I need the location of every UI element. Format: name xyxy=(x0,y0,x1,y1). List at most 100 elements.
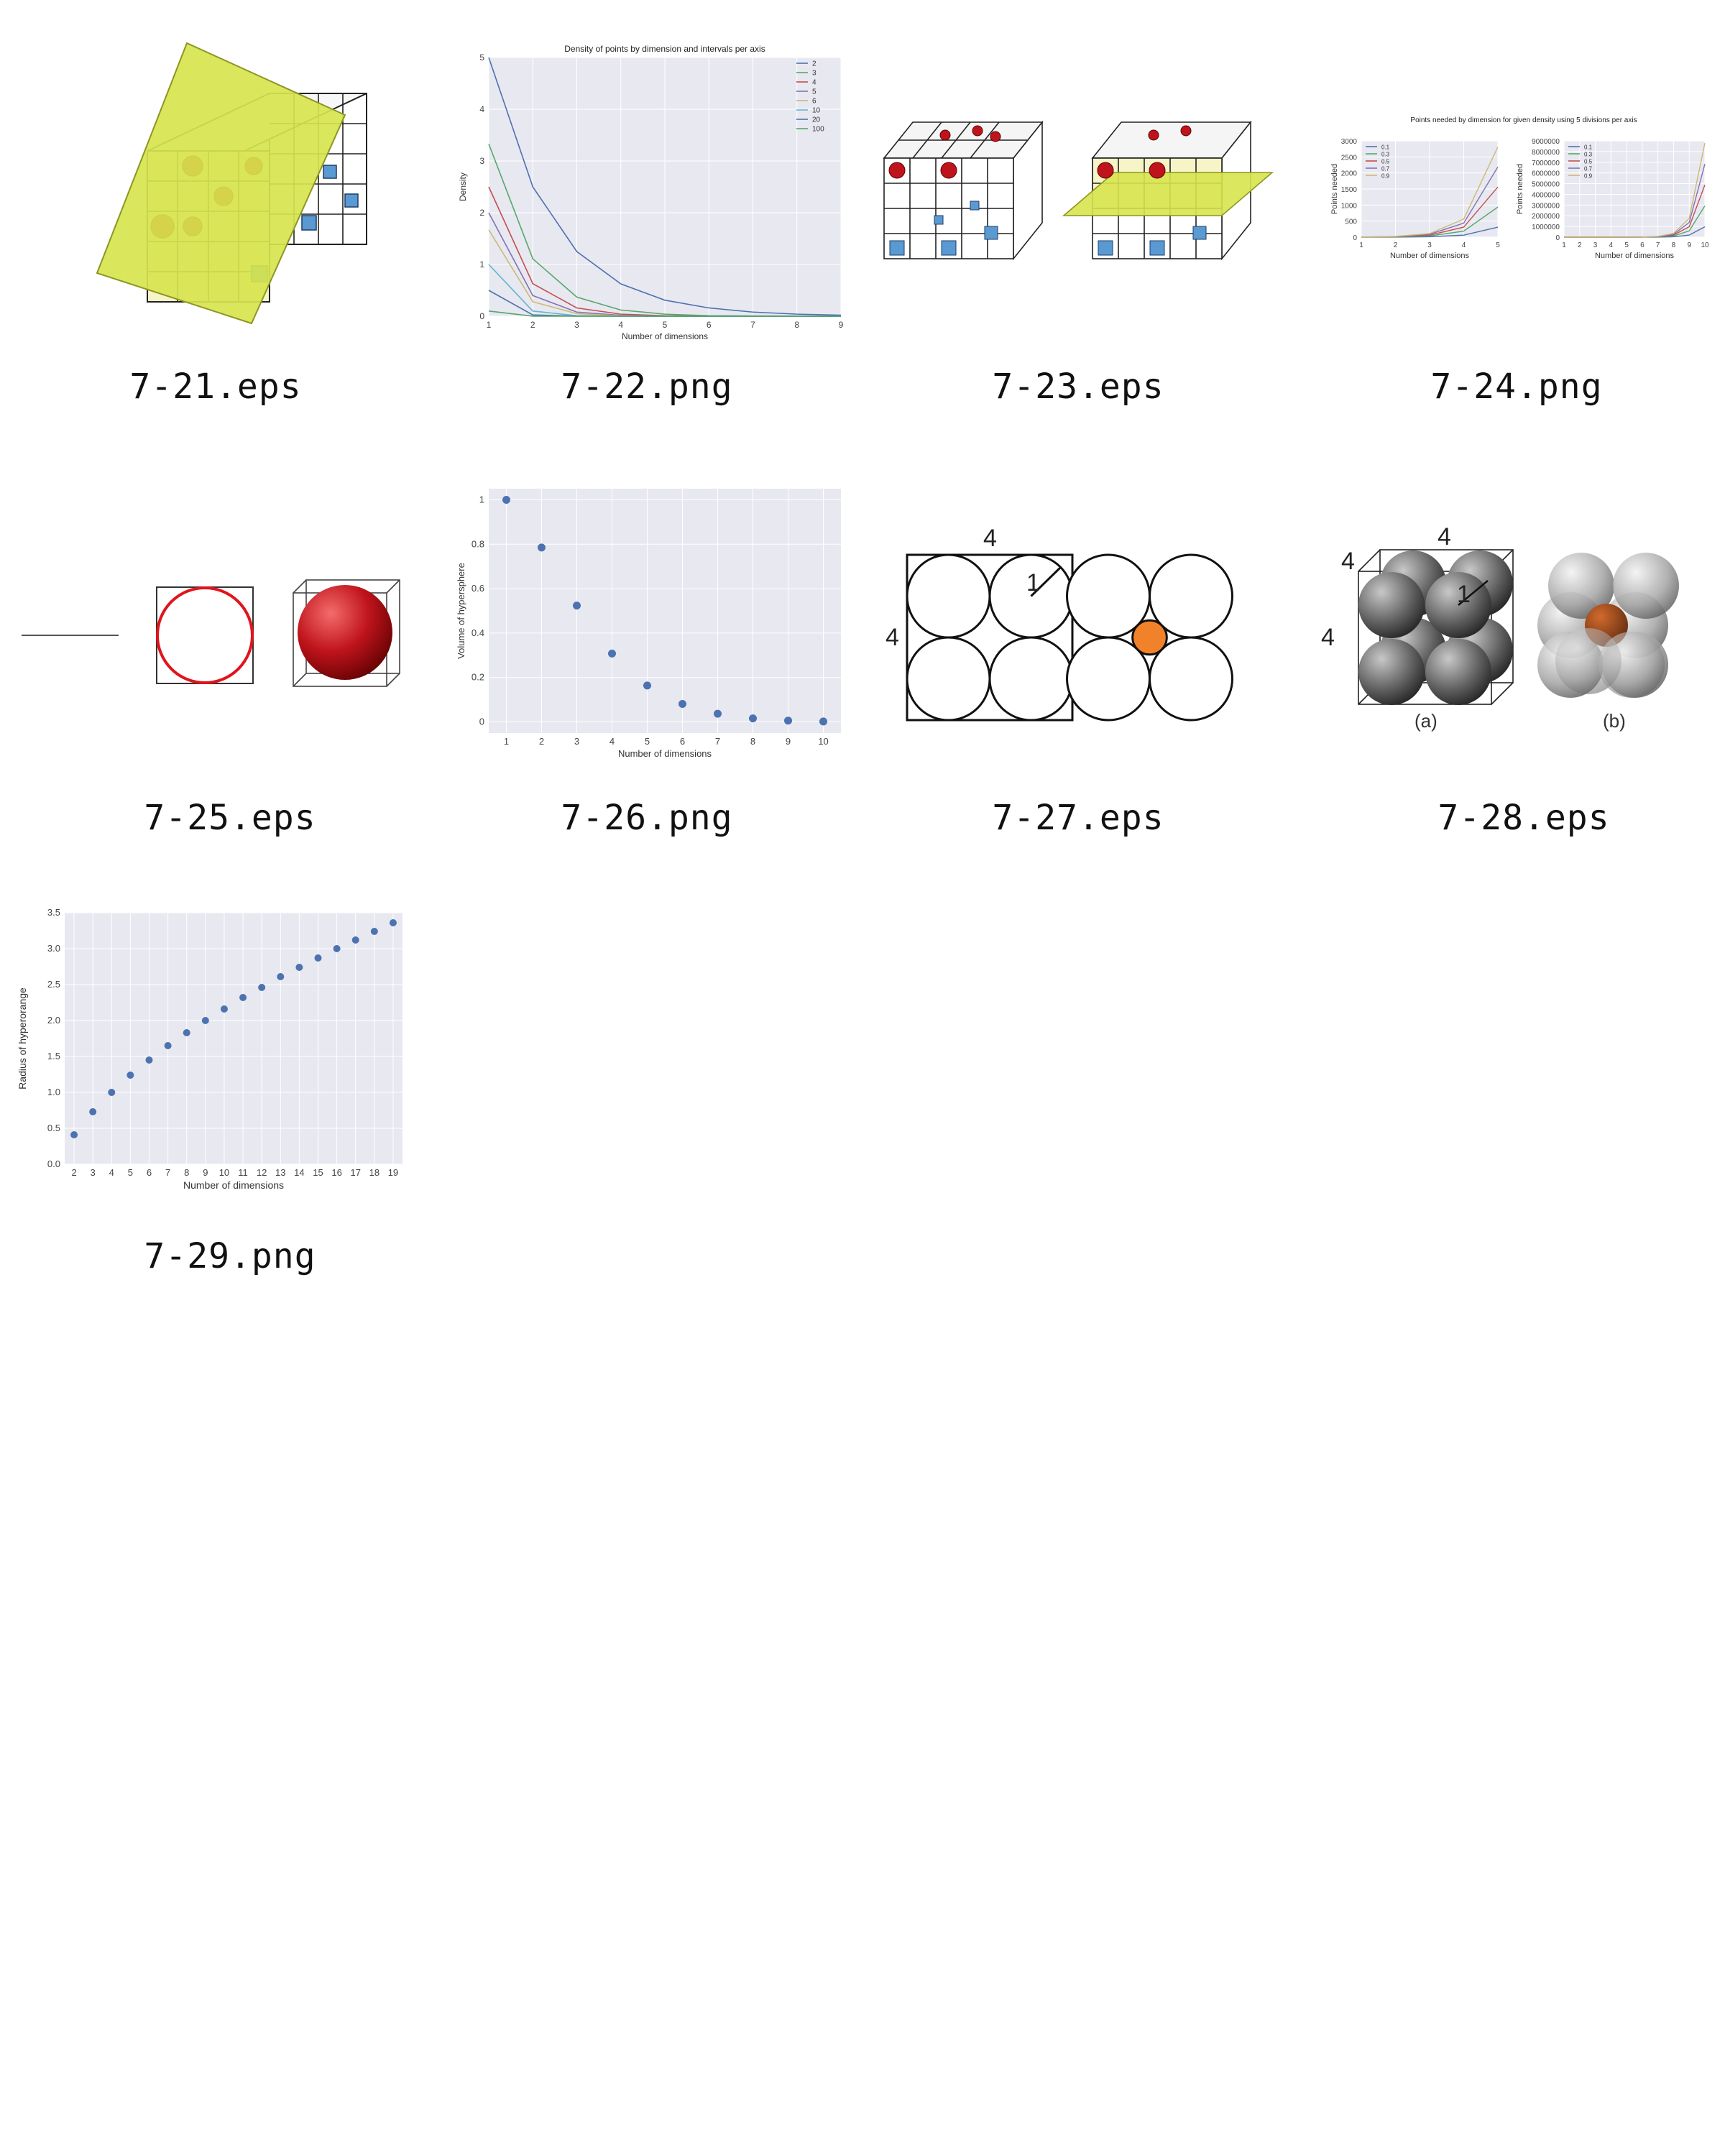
thumb-7-23[interactable]: 7-23.eps xyxy=(877,22,1279,424)
y-tick-label: 1500 xyxy=(1341,186,1358,194)
x-tick-label: 2 xyxy=(530,320,535,330)
data-point xyxy=(164,1042,172,1049)
legend-label: 0.9 xyxy=(1584,173,1593,180)
x-tick-label: 3 xyxy=(91,1167,96,1178)
data-point xyxy=(333,945,341,952)
data-point xyxy=(295,964,303,971)
y-tick-label: 0 xyxy=(479,311,484,321)
legend-label: 10 xyxy=(812,107,821,115)
x-tick-label: 18 xyxy=(369,1167,380,1178)
figure-7-28-spheres: 4 4 4 1 (a) (b) xyxy=(1321,523,1679,732)
data-point xyxy=(258,984,266,991)
x-tick-label: 6 xyxy=(680,736,685,747)
x-tick-label: 3 xyxy=(1593,241,1598,249)
legend-label: 4 xyxy=(812,79,816,87)
caption: 7-28.eps xyxy=(1438,798,1610,838)
data-point xyxy=(145,1056,153,1064)
y-tick-label: 1000000 xyxy=(1532,224,1560,231)
thumb-7-21[interactable]: 7-21.eps xyxy=(58,22,402,424)
legend-label: 100 xyxy=(812,126,824,134)
x-tick-label: 8 xyxy=(750,736,755,747)
data-point xyxy=(749,714,757,723)
x-tick-label: 15 xyxy=(313,1167,323,1178)
data-point xyxy=(389,919,397,926)
chart-title: Points needed by dimension for given den… xyxy=(1410,116,1637,124)
y-tick-label: 2000 xyxy=(1341,170,1358,178)
data-point xyxy=(784,717,792,725)
x-tick-label: 4 xyxy=(1609,241,1614,249)
x-tick-label: 3 xyxy=(1427,241,1432,249)
x-tick-label: 6 xyxy=(1640,241,1644,249)
label-top-4: 4 xyxy=(983,525,997,552)
y-tick-label: 0.5 xyxy=(47,1123,60,1133)
x-axis-label: Number of dimensions xyxy=(618,748,712,759)
chart-7-29: 2 3 4 5 6 7 8 9 10 11 12 13 14 15 16 17 18 19 0.0 0.5 1.0 1.5… xyxy=(17,907,402,1191)
x-tick-label: 5 xyxy=(663,320,668,330)
y-tick-label: 4 xyxy=(479,104,484,114)
y-tick-label: 2.5 xyxy=(47,979,60,990)
data-point xyxy=(108,1089,116,1096)
x-tick-label: 13 xyxy=(275,1167,285,1178)
chart-7-26: 1 2 3 4 5 6 7 8 9 10 0 0.2 0.4 0.6 0.8 1 Number of dimen… xyxy=(456,489,841,759)
caption: 7-27.eps xyxy=(992,798,1164,838)
legend-label: 2 xyxy=(812,60,816,68)
x-tick-label: 4 xyxy=(1462,241,1466,249)
legend-label: 0.7 xyxy=(1584,166,1593,172)
chart-7-22: 1 2 3 4 5 6 7 8 9012345Number of dimensionsDensi… xyxy=(458,44,844,341)
thumb-7-24[interactable]: 1 2 3 4 5 0 500 1000 1500 2000 2500 3000 Number of d… xyxy=(1330,108,1718,424)
thumb-7-26[interactable]: 1 2 3 4 5 6 7 8 9 10 0 0.2 0.4 0.6 0.8 1 Number of dimen… xyxy=(453,482,855,848)
thumb-7-27[interactable]: 4 4 1 7-27.eps xyxy=(877,517,1279,848)
x-tick-label: 8 xyxy=(794,320,799,330)
x-tick-label: 17 xyxy=(350,1167,360,1178)
y-tick-label: 3.0 xyxy=(47,943,60,954)
thumb-7-22[interactable]: 1 2 3 4 5 6 7 8 9 0 1 2 3 4 5 Number of dimensions Densi… xyxy=(453,29,855,417)
legend-label: 0.1 xyxy=(1381,144,1390,151)
x-tick-label: 7 xyxy=(1656,241,1660,249)
x-tick-label: 1 xyxy=(487,320,492,330)
legend-label: 20 xyxy=(812,116,821,124)
label-radius-1: 1 xyxy=(1457,581,1471,608)
data-point xyxy=(183,1029,190,1036)
data-point xyxy=(502,495,510,504)
y-tick-label: 1 xyxy=(479,259,484,270)
y-tick-label: 0.4 xyxy=(472,627,484,638)
x-tick-label: 7 xyxy=(715,736,720,747)
thumb-7-29[interactable]: 2 3 4 5 6 7 8 9 10 11 12 13 14 15 16 17 18 19 0.0 0.5 1.0 1.5… xyxy=(14,906,417,1294)
caption: 7-24.png xyxy=(1430,367,1603,407)
legend-label: 5 xyxy=(812,88,816,96)
label-side-4: 4 xyxy=(886,624,899,651)
x-tick-label: 6 xyxy=(147,1167,152,1178)
y-tick-label: 2000000 xyxy=(1532,213,1560,221)
y-axis-label: Density xyxy=(458,172,468,201)
thumb-7-28[interactable]: 4 4 4 1 (a) (b) 7-28.eps xyxy=(1315,517,1718,848)
x-tick-label: 16 xyxy=(331,1167,341,1178)
x-tick-label: 14 xyxy=(294,1167,304,1178)
legend-label: 6 xyxy=(812,98,816,106)
data-point xyxy=(678,700,686,709)
thumb-7-25[interactable]: 7-25.eps xyxy=(14,561,417,848)
y-tick-label: 0 xyxy=(479,717,484,727)
x-tick-label: 3 xyxy=(574,736,579,747)
legend-label: 0.7 xyxy=(1381,166,1390,172)
y-tick-label: 9000000 xyxy=(1532,138,1560,146)
x-tick-label: 9 xyxy=(786,736,791,747)
y-tick-label: 0.2 xyxy=(472,672,484,683)
y-axis-label: Points needed xyxy=(1516,164,1524,214)
legend-label: 3 xyxy=(812,70,816,78)
caption: 7-22.png xyxy=(561,367,733,407)
data-point xyxy=(126,1072,134,1079)
legend-label: 0.3 xyxy=(1584,152,1593,158)
x-tick-label: 8 xyxy=(1672,241,1676,249)
x-axis-label: Number of dimensions xyxy=(622,331,708,341)
legend-label: 0.9 xyxy=(1381,173,1390,180)
x-tick-label: 2 xyxy=(539,736,544,747)
label-top-left-4: 4 xyxy=(1341,548,1355,575)
chart-title: Density of points by dimension and inter… xyxy=(564,44,765,54)
data-point xyxy=(220,1005,228,1013)
x-tick-label: 10 xyxy=(219,1167,229,1178)
x-axis-label: Number of dimensions xyxy=(1390,252,1470,260)
x-tick-label: 7 xyxy=(165,1167,170,1178)
caption: 7-29.png xyxy=(144,1236,316,1276)
x-tick-label: 1 xyxy=(1359,241,1363,249)
y-tick-label: 1000 xyxy=(1341,202,1358,210)
